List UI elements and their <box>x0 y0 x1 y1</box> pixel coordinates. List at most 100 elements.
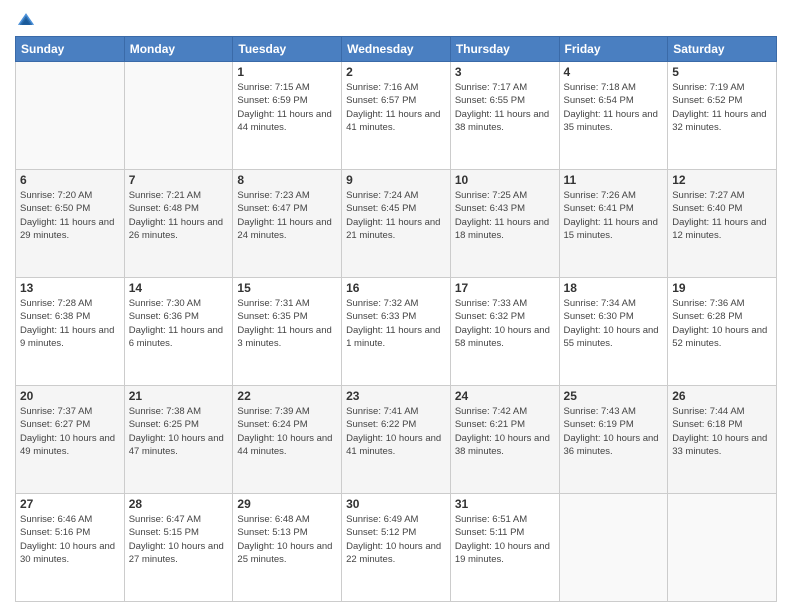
day-number: 29 <box>237 497 337 511</box>
day-info: Sunrise: 7:34 AM Sunset: 6:30 PM Dayligh… <box>564 297 664 350</box>
day-info: Sunrise: 7:38 AM Sunset: 6:25 PM Dayligh… <box>129 405 229 458</box>
logo-icon <box>17 10 35 28</box>
day-number: 18 <box>564 281 664 295</box>
day-info: Sunrise: 7:30 AM Sunset: 6:36 PM Dayligh… <box>129 297 229 350</box>
day-number: 27 <box>20 497 120 511</box>
day-info: Sunrise: 7:33 AM Sunset: 6:32 PM Dayligh… <box>455 297 555 350</box>
calendar-cell: 31Sunrise: 6:51 AM Sunset: 5:11 PM Dayli… <box>450 494 559 602</box>
day-info: Sunrise: 7:24 AM Sunset: 6:45 PM Dayligh… <box>346 189 446 242</box>
calendar-cell: 2 Sunrise: 7:16 AM Sunset: 6:57 PM Daylig… <box>342 62 451 170</box>
day-info: Sunrise: 7:18 AM Sunset: 6:54 PM Dayligh… <box>564 81 664 134</box>
day-number: 8 <box>237 173 337 187</box>
calendar-cell: 15 Sunrise: 7:31 AM Sunset: 6:35 PM Dayli… <box>233 278 342 386</box>
day-info: Sunrise: 7:31 AM Sunset: 6:35 PM Dayligh… <box>237 297 337 350</box>
day-info: Sunrise: 7:19 AM Sunset: 6:52 PM Dayligh… <box>672 81 772 134</box>
calendar-cell: 1 Sunrise: 7:15 AM Sunset: 6:59 PM Daylig… <box>233 62 342 170</box>
day-info: Sunrise: 7:25 AM Sunset: 6:43 PM Dayligh… <box>455 189 555 242</box>
page: SundayMondayTuesdayWednesdayThursdayFrid… <box>0 0 792 612</box>
calendar-cell: 9 Sunrise: 7:24 AM Sunset: 6:45 PM Daylig… <box>342 170 451 278</box>
day-number: 12 <box>672 173 772 187</box>
day-info: Sunrise: 7:16 AM Sunset: 6:57 PM Dayligh… <box>346 81 446 134</box>
logo <box>15 10 37 28</box>
day-number: 5 <box>672 65 772 79</box>
calendar-header-row: SundayMondayTuesdayWednesdayThursdayFrid… <box>16 37 777 62</box>
day-number: 13 <box>20 281 120 295</box>
day-info: Sunrise: 7:27 AM Sunset: 6:40 PM Dayligh… <box>672 189 772 242</box>
day-number: 9 <box>346 173 446 187</box>
calendar-cell: 27 Sunrise: 6:46 AM Sunset: 5:16 PM Dayli… <box>16 494 125 602</box>
day-info: Sunrise: 6:46 AM Sunset: 5:16 PM Dayligh… <box>20 513 120 566</box>
calendar-week-row: 6Sunrise: 7:20 AM Sunset: 6:50 PM Daylig… <box>16 170 777 278</box>
calendar-cell: 22Sunrise: 7:39 AM Sunset: 6:24 PM Dayli… <box>233 386 342 494</box>
calendar-body: 1 Sunrise: 7:15 AM Sunset: 6:59 PM Daylig… <box>16 62 777 602</box>
day-number: 1 <box>237 65 337 79</box>
calendar-header-saturday: Saturday <box>668 37 777 62</box>
day-info: Sunrise: 7:26 AM Sunset: 6:41 PM Dayligh… <box>564 189 664 242</box>
calendar-cell: 4 Sunrise: 7:18 AM Sunset: 6:54 PM Daylig… <box>559 62 668 170</box>
calendar-header-monday: Monday <box>124 37 233 62</box>
day-number: 15 <box>237 281 337 295</box>
day-number: 2 <box>346 65 446 79</box>
calendar-week-row: 1 Sunrise: 7:15 AM Sunset: 6:59 PM Daylig… <box>16 62 777 170</box>
day-info: Sunrise: 7:32 AM Sunset: 6:33 PM Dayligh… <box>346 297 446 350</box>
day-number: 16 <box>346 281 446 295</box>
calendar-cell: 20 Sunrise: 7:37 AM Sunset: 6:27 PM Dayli… <box>16 386 125 494</box>
day-info: Sunrise: 7:15 AM Sunset: 6:59 PM Dayligh… <box>237 81 337 134</box>
day-info: Sunrise: 7:21 AM Sunset: 6:48 PM Dayligh… <box>129 189 229 242</box>
calendar-week-row: 27 Sunrise: 6:46 AM Sunset: 5:16 PM Dayli… <box>16 494 777 602</box>
calendar-cell: 8 Sunrise: 7:23 AM Sunset: 6:47 PM Daylig… <box>233 170 342 278</box>
day-number: 25 <box>564 389 664 403</box>
calendar-cell <box>16 62 125 170</box>
day-info: Sunrise: 6:47 AM Sunset: 5:15 PM Dayligh… <box>129 513 229 566</box>
day-info: Sunrise: 7:28 AM Sunset: 6:38 PM Dayligh… <box>20 297 120 350</box>
day-number: 11 <box>564 173 664 187</box>
day-info: Sunrise: 6:48 AM Sunset: 5:13 PM Dayligh… <box>237 513 337 566</box>
day-info: Sunrise: 7:43 AM Sunset: 6:19 PM Dayligh… <box>564 405 664 458</box>
calendar-cell: 23 Sunrise: 7:41 AM Sunset: 6:22 PM Dayli… <box>342 386 451 494</box>
calendar-header-tuesday: Tuesday <box>233 37 342 62</box>
day-number: 3 <box>455 65 555 79</box>
calendar-cell: 14 Sunrise: 7:30 AM Sunset: 6:36 PM Dayli… <box>124 278 233 386</box>
calendar-table: SundayMondayTuesdayWednesdayThursdayFrid… <box>15 36 777 602</box>
day-number: 14 <box>129 281 229 295</box>
calendar-week-row: 20 Sunrise: 7:37 AM Sunset: 6:27 PM Dayli… <box>16 386 777 494</box>
calendar-cell: 25 Sunrise: 7:43 AM Sunset: 6:19 PM Dayli… <box>559 386 668 494</box>
calendar-cell: 11 Sunrise: 7:26 AM Sunset: 6:41 PM Dayli… <box>559 170 668 278</box>
calendar-cell <box>124 62 233 170</box>
day-number: 23 <box>346 389 446 403</box>
calendar-cell: 3Sunrise: 7:17 AM Sunset: 6:55 PM Daylig… <box>450 62 559 170</box>
calendar-cell: 30Sunrise: 6:49 AM Sunset: 5:12 PM Dayli… <box>342 494 451 602</box>
calendar-cell: 28 Sunrise: 6:47 AM Sunset: 5:15 PM Dayli… <box>124 494 233 602</box>
day-number: 24 <box>455 389 555 403</box>
day-number: 26 <box>672 389 772 403</box>
calendar-cell: 12 Sunrise: 7:27 AM Sunset: 6:40 PM Dayli… <box>668 170 777 278</box>
day-info: Sunrise: 7:44 AM Sunset: 6:18 PM Dayligh… <box>672 405 772 458</box>
calendar-cell: 26 Sunrise: 7:44 AM Sunset: 6:18 PM Dayli… <box>668 386 777 494</box>
day-number: 17 <box>455 281 555 295</box>
day-info: Sunrise: 7:36 AM Sunset: 6:28 PM Dayligh… <box>672 297 772 350</box>
calendar-header-friday: Friday <box>559 37 668 62</box>
day-number: 20 <box>20 389 120 403</box>
calendar-cell <box>668 494 777 602</box>
calendar-cell: 13 Sunrise: 7:28 AM Sunset: 6:38 PM Dayli… <box>16 278 125 386</box>
calendar-cell: 17 Sunrise: 7:33 AM Sunset: 6:32 PM Dayli… <box>450 278 559 386</box>
calendar-cell: 6Sunrise: 7:20 AM Sunset: 6:50 PM Daylig… <box>16 170 125 278</box>
day-number: 4 <box>564 65 664 79</box>
day-number: 7 <box>129 173 229 187</box>
calendar-cell: 16 Sunrise: 7:32 AM Sunset: 6:33 PM Dayli… <box>342 278 451 386</box>
calendar-cell: 10Sunrise: 7:25 AM Sunset: 6:43 PM Dayli… <box>450 170 559 278</box>
day-info: Sunrise: 7:41 AM Sunset: 6:22 PM Dayligh… <box>346 405 446 458</box>
calendar-header-thursday: Thursday <box>450 37 559 62</box>
day-number: 30 <box>346 497 446 511</box>
day-info: Sunrise: 7:20 AM Sunset: 6:50 PM Dayligh… <box>20 189 120 242</box>
calendar-header-wednesday: Wednesday <box>342 37 451 62</box>
day-number: 21 <box>129 389 229 403</box>
day-number: 31 <box>455 497 555 511</box>
calendar-cell: 18 Sunrise: 7:34 AM Sunset: 6:30 PM Dayli… <box>559 278 668 386</box>
calendar-cell: 29 Sunrise: 6:48 AM Sunset: 5:13 PM Dayli… <box>233 494 342 602</box>
day-info: Sunrise: 7:23 AM Sunset: 6:47 PM Dayligh… <box>237 189 337 242</box>
day-info: Sunrise: 7:42 AM Sunset: 6:21 PM Dayligh… <box>455 405 555 458</box>
day-info: Sunrise: 7:37 AM Sunset: 6:27 PM Dayligh… <box>20 405 120 458</box>
calendar-cell: 5 Sunrise: 7:19 AM Sunset: 6:52 PM Daylig… <box>668 62 777 170</box>
day-number: 28 <box>129 497 229 511</box>
